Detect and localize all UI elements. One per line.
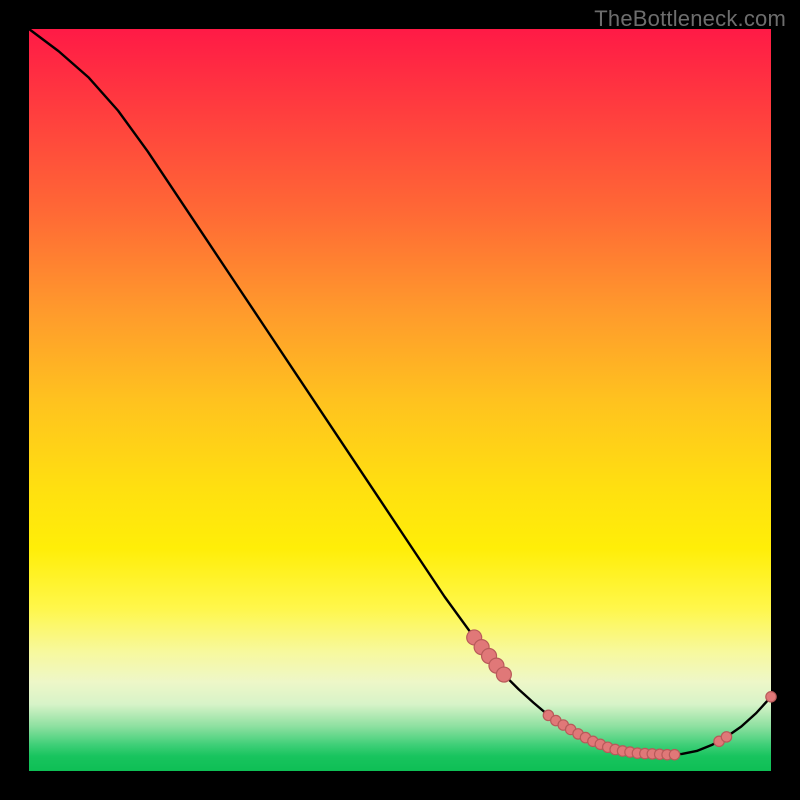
marker-point bbox=[669, 749, 679, 759]
marker-point bbox=[721, 732, 731, 742]
highlight-markers bbox=[467, 630, 777, 760]
chart-frame: TheBottleneck.com bbox=[0, 0, 800, 800]
chart-svg bbox=[29, 29, 771, 771]
marker-point bbox=[496, 667, 511, 682]
bottleneck-curve bbox=[29, 29, 771, 755]
marker-point bbox=[766, 692, 776, 702]
